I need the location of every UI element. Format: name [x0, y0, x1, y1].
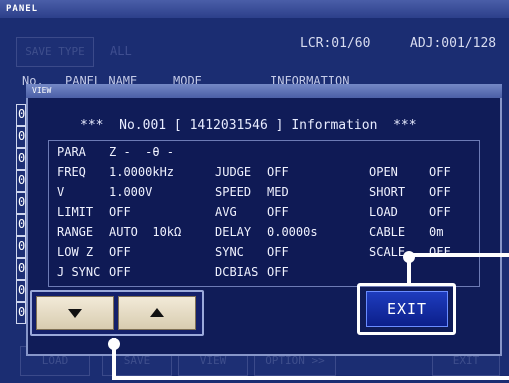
param-value: OFF	[429, 165, 451, 179]
param-label: SHORT	[369, 185, 406, 199]
list-item[interactable]: 0	[16, 192, 26, 214]
param-value: MED	[267, 185, 289, 199]
exit-callout-box	[357, 283, 456, 335]
param-value: OFF	[267, 205, 289, 219]
param-label: LOAD	[369, 205, 398, 219]
param-label: DELAY	[215, 225, 252, 239]
exit-callout-line	[407, 253, 509, 257]
window-title: PANEL	[0, 0, 509, 18]
param-label: DCBIAS	[215, 265, 259, 279]
param-value: 1.000V	[109, 185, 153, 199]
param-value: OFF	[109, 245, 131, 259]
param-value: Z - -θ -	[109, 145, 175, 159]
nav-callout-line	[112, 376, 509, 380]
param-label: V	[57, 185, 65, 199]
list-item[interactable]: 0	[16, 126, 26, 148]
adj-status: ADJ:001/128	[410, 36, 497, 51]
param-label: JUDGE	[215, 165, 252, 179]
param-value: OFF	[109, 205, 131, 219]
list-item[interactable]: 0	[16, 280, 26, 302]
param-value: OFF	[109, 265, 131, 279]
list-item[interactable]: 0	[16, 170, 26, 192]
scroll-buttons-group	[30, 290, 204, 336]
triangle-up-icon	[150, 308, 164, 317]
param-value: OFF	[429, 205, 451, 219]
param-label: CABLE	[369, 225, 406, 239]
param-label: SYNC	[215, 245, 244, 259]
lcr-status: LCR:01/60	[300, 36, 371, 51]
list-item[interactable]: 0	[16, 258, 26, 280]
all-label: ALL	[110, 44, 132, 58]
param-label: LOW Z	[57, 245, 94, 259]
triangle-down-icon	[68, 309, 82, 318]
param-label: PARA	[57, 145, 86, 159]
param-label: J SYNC	[57, 265, 101, 279]
list-item[interactable]: 0	[16, 148, 26, 170]
scroll-up-button[interactable]	[118, 296, 196, 330]
param-value: OFF	[267, 165, 289, 179]
param-label: SCALE	[369, 245, 406, 259]
param-value: 1.0000kHz	[109, 165, 175, 179]
param-label: SPEED	[215, 185, 252, 199]
param-value: OFF	[267, 245, 289, 259]
list-item[interactable]: 0	[16, 302, 26, 324]
param-label: AVG	[215, 205, 237, 219]
save-type-button[interactable]: SAVE TYPE	[16, 37, 94, 67]
list-item[interactable]: 0	[16, 236, 26, 258]
parameter-table: PARA Z - -θ - FREQ 1.0000kHz V 1.000V LI…	[48, 140, 480, 287]
param-value: 0.0000s	[267, 225, 318, 239]
list-item[interactable]: 0	[16, 214, 26, 236]
param-label: OPEN	[369, 165, 398, 179]
param-value: 0m	[429, 225, 444, 239]
param-value: AUTO 10kΩ	[109, 225, 182, 239]
scroll-down-button[interactable]	[36, 296, 114, 330]
param-value: OFF	[267, 265, 289, 279]
info-line: *** No.001 [ 1412031546 ] Information **…	[80, 118, 417, 133]
param-value: OFF	[429, 185, 451, 199]
exit-callout-dot	[403, 251, 415, 263]
view-dialog-title: VIEW	[26, 84, 502, 98]
param-label: RANGE	[57, 225, 94, 239]
param-label: LIMIT	[57, 205, 94, 219]
param-label: FREQ	[57, 165, 86, 179]
nav-callout-dot	[108, 338, 120, 350]
list-item[interactable]: 0	[16, 104, 26, 126]
